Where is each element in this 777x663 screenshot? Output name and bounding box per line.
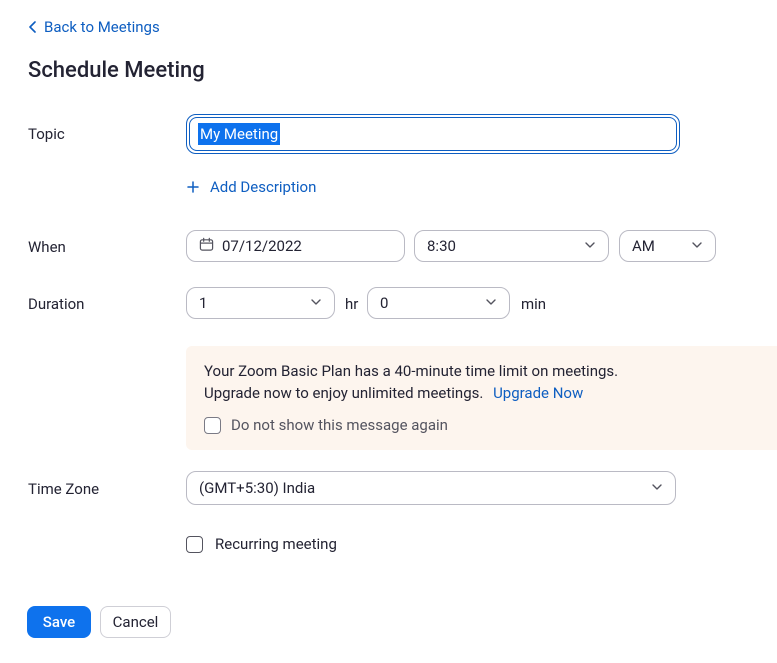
add-description-label: Add Description <box>210 178 316 196</box>
ampm-value: AM <box>632 237 655 255</box>
timezone-select[interactable]: (GMT+5:30) India <box>186 471 676 505</box>
save-button[interactable]: Save <box>27 606 91 638</box>
topic-input[interactable]: My Meeting <box>186 114 680 154</box>
chevron-down-icon <box>485 294 497 312</box>
notice-line2-text: Upgrade now to enjoy unlimited meetings. <box>204 384 483 402</box>
duration-label: Duration <box>28 295 84 313</box>
chevron-left-icon <box>28 21 38 33</box>
duration-hours-select[interactable]: 1 <box>186 287 335 319</box>
cancel-button-label: Cancel <box>113 613 159 631</box>
recurring-label: Recurring meeting <box>215 535 337 553</box>
ampm-select[interactable]: AM <box>619 230 716 262</box>
notice-line1: Your Zoom Basic Plan has a 40-minute tim… <box>204 362 759 380</box>
when-label: When <box>28 238 66 256</box>
hr-unit-label: hr <box>345 295 358 313</box>
timezone-value: (GMT+5:30) India <box>199 479 315 497</box>
topic-label: Topic <box>28 125 65 143</box>
duration-minutes-value: 0 <box>380 294 388 312</box>
duration-hours-value: 1 <box>199 294 207 312</box>
upgrade-now-link[interactable]: Upgrade Now <box>493 384 583 402</box>
notice-line2: Upgrade now to enjoy unlimited meetings.… <box>204 384 759 402</box>
plus-icon <box>186 180 200 194</box>
recurring-checkbox[interactable] <box>186 536 203 553</box>
chevron-down-icon <box>310 294 322 312</box>
chevron-down-icon <box>584 237 596 255</box>
back-label: Back to Meetings <box>44 18 160 36</box>
page-title: Schedule Meeting <box>28 58 205 83</box>
duration-minutes-select[interactable]: 0 <box>367 287 510 319</box>
plan-notice: Your Zoom Basic Plan has a 40-minute tim… <box>186 346 777 450</box>
date-input[interactable]: 07/12/2022 <box>186 230 405 262</box>
back-to-meetings-link[interactable]: Back to Meetings <box>28 18 160 36</box>
cancel-button[interactable]: Cancel <box>100 606 171 638</box>
topic-value: My Meeting <box>198 123 280 145</box>
time-select[interactable]: 8:30 <box>414 230 609 262</box>
calendar-icon <box>199 237 214 256</box>
min-unit-label: min <box>521 295 546 313</box>
recurring-row: Recurring meeting <box>186 535 337 553</box>
chevron-down-icon <box>691 237 703 255</box>
dont-show-checkbox[interactable] <box>204 417 221 434</box>
save-button-label: Save <box>43 613 75 631</box>
add-description-button[interactable]: Add Description <box>186 178 316 196</box>
time-value: 8:30 <box>427 237 456 255</box>
date-value: 07/12/2022 <box>222 237 302 255</box>
chevron-down-icon <box>651 479 663 497</box>
timezone-label: Time Zone <box>28 480 99 498</box>
dont-show-label: Do not show this message again <box>231 416 448 434</box>
